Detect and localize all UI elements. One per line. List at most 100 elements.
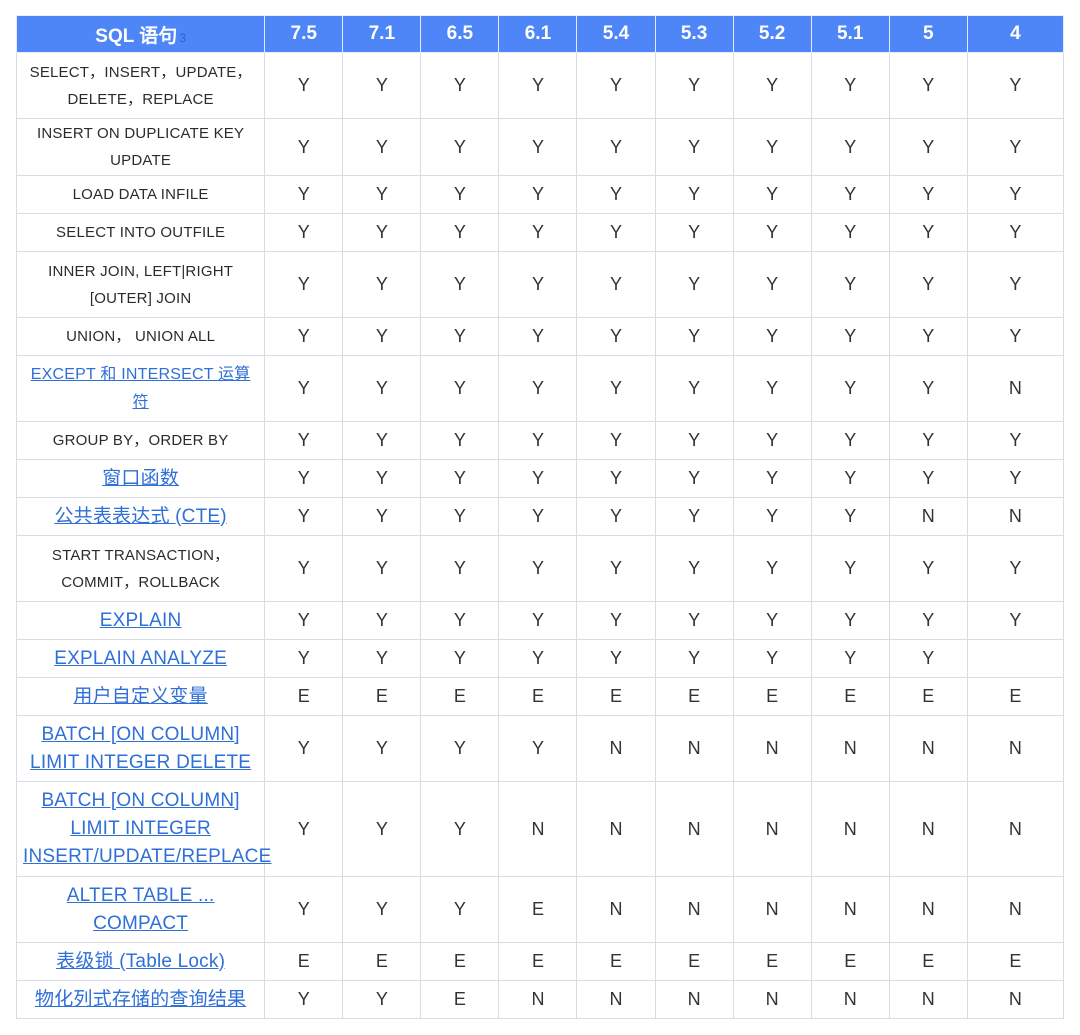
support-cell: E — [342, 677, 422, 716]
support-cell — [966, 639, 1065, 678]
support-cell: Y — [420, 781, 500, 877]
support-cell: Y — [732, 601, 812, 640]
header-version: 5.2 — [732, 15, 812, 53]
table-row: START TRANSACTION，COMMIT，ROLLBACK Y Y Y Y Y Y Y… — [15, 535, 1065, 602]
support-cell: Y — [420, 52, 500, 119]
header-version: 5.3 — [654, 15, 734, 53]
table-row: 公共表表达式 (CTE) Y Y Y Y Y Y Y Y N N — [15, 497, 1065, 536]
support-cell: Y — [264, 715, 344, 782]
support-cell: Y — [498, 715, 578, 782]
support-cell: Y — [576, 497, 656, 536]
support-cell: N — [888, 876, 968, 943]
support-cell: Y — [576, 355, 656, 422]
table-row: ALTER TABLE ... COMPACT Y Y Y E N N N N N N — [15, 876, 1065, 943]
header-feature-note[interactable]: 3 — [179, 31, 186, 45]
support-cell: Y — [342, 52, 422, 119]
support-cell: Y — [966, 213, 1065, 252]
support-cell: Y — [732, 52, 812, 119]
support-cell: N — [966, 876, 1065, 943]
support-cell: Y — [498, 355, 578, 422]
support-cell: Y — [654, 251, 734, 318]
support-cell: E — [264, 677, 344, 716]
support-cell: E — [420, 942, 500, 981]
support-cell: Y — [342, 497, 422, 536]
support-cell: N — [732, 781, 812, 877]
support-cell: Y — [264, 639, 344, 678]
feature-link[interactable]: EXPLAIN ANALYZE — [15, 639, 266, 678]
support-cell: Y — [654, 52, 734, 119]
feature-label: START TRANSACTION，COMMIT，ROLLBACK — [15, 535, 266, 602]
support-cell: N — [810, 980, 890, 1019]
feature-link[interactable]: ALTER TABLE ... COMPACT — [15, 876, 266, 943]
support-cell: N — [966, 355, 1065, 422]
support-cell: Y — [264, 459, 344, 498]
support-cell: N — [966, 980, 1065, 1019]
support-cell: N — [576, 980, 656, 1019]
support-cell: Y — [420, 421, 500, 460]
support-cell: N — [810, 876, 890, 943]
table-row: 窗口函数 Y Y Y Y Y Y Y Y Y Y — [15, 459, 1065, 498]
support-cell: Y — [732, 421, 812, 460]
support-cell: Y — [732, 118, 812, 176]
support-cell: Y — [498, 421, 578, 460]
feature-link[interactable]: EXPLAIN — [15, 601, 266, 640]
feature-label: SELECT，INSERT，UPDATE，DELETE，REPLACE — [15, 52, 266, 119]
support-cell: E — [654, 942, 734, 981]
feature-link[interactable]: 表级锁 (Table Lock) — [15, 942, 266, 981]
feature-link[interactable]: 用户自定义变量 — [15, 677, 266, 716]
feature-link[interactable]: 窗口函数 — [15, 459, 266, 498]
support-cell: Y — [498, 535, 578, 602]
support-cell: E — [420, 677, 500, 716]
support-cell: Y — [342, 317, 422, 356]
support-cell: Y — [264, 980, 344, 1019]
support-cell: Y — [498, 52, 578, 119]
feature-label: INNER JOIN, LEFT|RIGHT [OUTER] JOIN — [15, 251, 266, 318]
support-cell: Y — [420, 715, 500, 782]
feature-link[interactable]: BATCH [ON COLUMN] LIMIT INTEGER INSERT/U… — [15, 781, 271, 877]
support-cell: E — [888, 677, 968, 716]
feature-link[interactable]: 公共表表达式 (CTE) — [15, 497, 266, 536]
support-cell: Y — [420, 639, 500, 678]
support-cell: Y — [342, 213, 422, 252]
feature-label: UNION， UNION ALL — [15, 317, 266, 356]
support-cell: Y — [966, 52, 1065, 119]
support-cell: E — [888, 942, 968, 981]
support-cell: Y — [420, 251, 500, 318]
support-cell: Y — [810, 118, 890, 176]
feature-link[interactable]: EXCEPT 和 INTERSECT 运算符 — [15, 355, 266, 422]
support-cell: N — [576, 781, 656, 877]
support-cell: Y — [810, 421, 890, 460]
support-cell: Y — [576, 118, 656, 176]
support-cell: Y — [264, 175, 344, 214]
support-cell: E — [732, 942, 812, 981]
support-cell: Y — [654, 175, 734, 214]
support-cell: Y — [888, 213, 968, 252]
table-row: 表级锁 (Table Lock) E E E E E E E E E E — [15, 942, 1065, 981]
support-cell: Y — [888, 601, 968, 640]
support-cell: E — [966, 942, 1065, 981]
support-cell: Y — [966, 251, 1065, 318]
support-cell: E — [810, 677, 890, 716]
support-cell: N — [498, 980, 578, 1019]
feature-link[interactable]: BATCH [ON COLUMN] LIMIT INTEGER DELETE — [15, 715, 266, 782]
support-cell: N — [966, 497, 1065, 536]
support-cell: E — [498, 677, 578, 716]
support-cell: Y — [264, 601, 344, 640]
feature-link[interactable]: 物化列式存储的查询结果 — [15, 980, 266, 1019]
support-cell: Y — [420, 355, 500, 422]
support-cell: N — [810, 715, 890, 782]
support-cell: Y — [420, 213, 500, 252]
header-feature: SQL 语句 3 — [15, 15, 266, 53]
support-cell: Y — [420, 876, 500, 943]
table-row: BATCH [ON COLUMN] LIMIT INTEGER INSERT/U… — [15, 781, 1065, 877]
compat-table-container: SQL 语句 3 7.5 7.1 6.5 6.1 5.4 5.3 5.2 5.1 … — [15, 15, 1065, 1019]
support-cell: N — [654, 876, 734, 943]
support-cell: E — [342, 942, 422, 981]
support-cell: Y — [732, 355, 812, 422]
support-cell: Y — [732, 535, 812, 602]
header-version: 7.5 — [264, 15, 344, 53]
support-cell: Y — [966, 601, 1065, 640]
table-row: UNION， UNION ALL Y Y Y Y Y Y Y Y Y Y — [15, 317, 1065, 356]
support-cell: Y — [654, 535, 734, 602]
support-cell: Y — [888, 52, 968, 119]
